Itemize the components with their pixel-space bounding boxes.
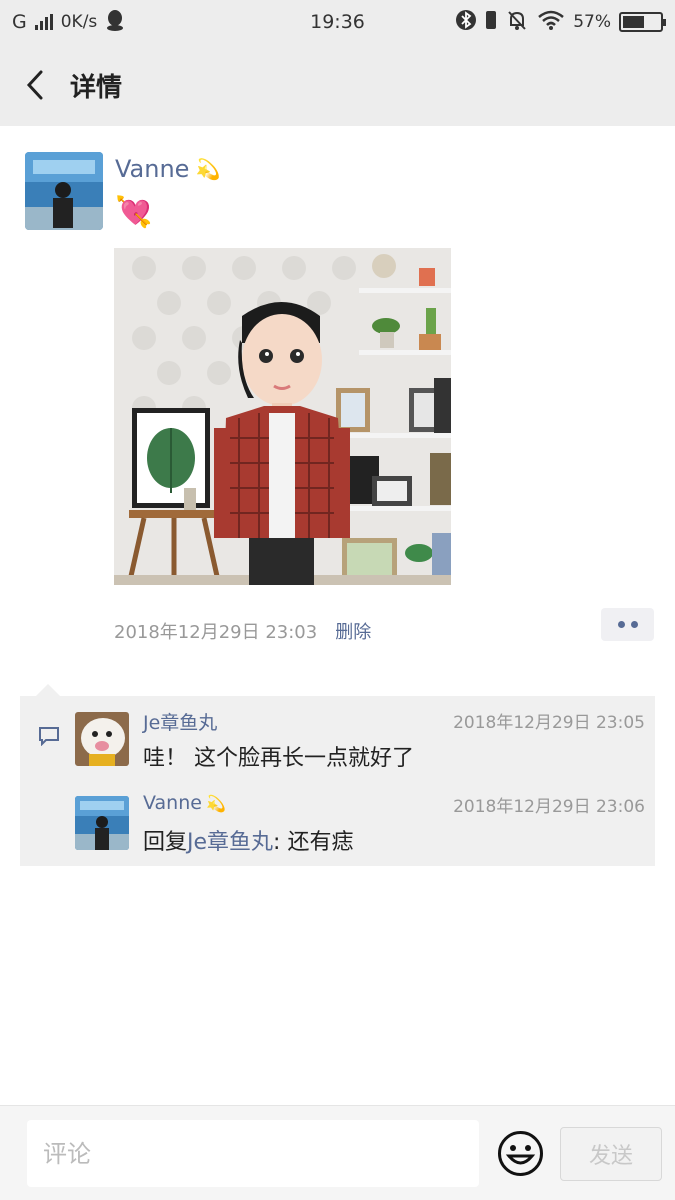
comment-time: 2018年12月29日 23:06 xyxy=(453,797,645,817)
commenter-emoji: 💫 xyxy=(205,793,226,813)
reply-body: 还有痣 xyxy=(287,830,354,855)
comment-time: 2018年12月29日 23:05 xyxy=(453,713,645,733)
battery-percent: 57% xyxy=(573,12,611,32)
commenter-avatar[interactable] xyxy=(75,712,129,766)
author-name[interactable]: Vanne 💫 xyxy=(115,155,220,183)
post-image[interactable] xyxy=(114,248,451,585)
emoji-button[interactable] xyxy=(497,1130,544,1181)
comment-icon xyxy=(38,726,60,750)
send-button[interactable]: 发送 xyxy=(560,1127,662,1181)
author-name-text: Vanne xyxy=(115,155,190,183)
dot-icon xyxy=(630,621,638,628)
net-speed: 0K/s xyxy=(60,12,98,32)
reply-separator: : xyxy=(273,830,288,855)
status-right: 57% xyxy=(455,9,666,36)
qq-icon xyxy=(105,9,125,36)
post-meta: 2018年12月29日 23:03 删除 xyxy=(114,618,371,644)
dot-icon xyxy=(617,621,625,628)
reply-to-name[interactable]: Je章鱼丸 xyxy=(187,830,273,855)
post-text: 💘 xyxy=(115,195,153,230)
comment-item[interactable]: Je章鱼丸 2018年12月29日 23:05 哇！ 这个脸再长一点就好了 xyxy=(75,712,645,772)
reply-prefix: 回复 xyxy=(143,830,188,855)
battery-icon xyxy=(619,12,666,32)
status-left: G 0K/s xyxy=(12,9,125,36)
vibrate-icon xyxy=(485,9,497,36)
smiley-icon xyxy=(498,1131,543,1176)
comment-input-bar: 发送 xyxy=(0,1105,675,1200)
signal-icon xyxy=(34,14,53,30)
status-bar: G 0K/s 19:36 57% xyxy=(0,0,675,44)
mute-icon xyxy=(505,9,529,36)
nav-bar: 详情 xyxy=(0,44,675,126)
commenter-avatar[interactable] xyxy=(75,796,129,850)
comment-text: 哇！ 这个脸再长一点就好了 xyxy=(143,746,414,771)
chevron-left-icon xyxy=(26,70,43,100)
back-button[interactable] xyxy=(0,44,70,126)
comments-section: Je章鱼丸 2018年12月29日 23:05 哇！ 这个脸再长一点就好了 Va… xyxy=(20,684,655,866)
carrier-label: G xyxy=(12,11,27,33)
author-emoji: 💫 xyxy=(195,157,221,181)
comment-item[interactable]: Vanne 💫 2018年12月29日 23:06 回复Je章鱼丸: 还有痣 xyxy=(75,792,645,856)
comment-input[interactable] xyxy=(27,1120,479,1187)
commenter-name-text: Vanne xyxy=(143,792,202,814)
commenter-name[interactable]: Je章鱼丸 xyxy=(143,708,217,735)
wifi-icon xyxy=(537,9,565,36)
comment-text: 回复Je章鱼丸: 还有痣 xyxy=(143,824,353,856)
delete-link[interactable]: 删除 xyxy=(335,618,371,644)
bluetooth-icon xyxy=(455,9,477,36)
page-title: 详情 xyxy=(70,72,123,103)
author-avatar[interactable] xyxy=(25,152,103,230)
more-actions-button[interactable] xyxy=(601,608,654,641)
commenter-name[interactable]: Vanne 💫 xyxy=(143,792,226,814)
post-timestamp: 2018年12月29日 23:03 xyxy=(114,622,318,643)
